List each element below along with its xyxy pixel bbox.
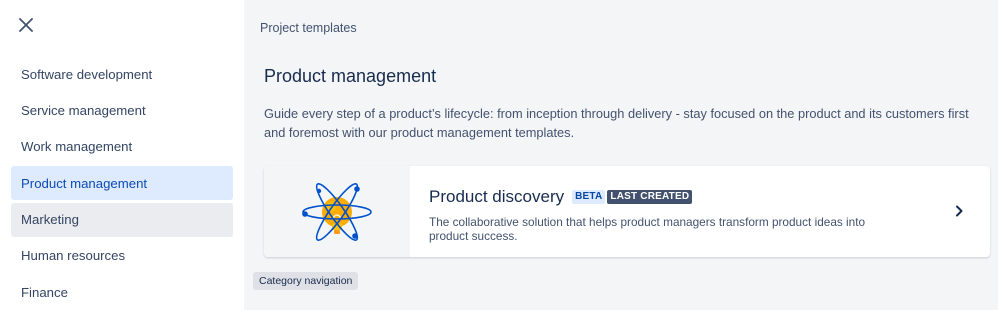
sidebar-item-product-management[interactable]: Product management xyxy=(11,166,233,201)
card-title: Product discovery xyxy=(429,187,565,206)
close-button[interactable] xyxy=(16,15,36,35)
atom-lightbulb-icon xyxy=(302,182,372,241)
card-body: Product discovery BETA LAST CREATED The … xyxy=(410,166,990,257)
template-illustration xyxy=(264,166,410,257)
last-created-badge: LAST CREATED xyxy=(607,190,693,204)
main-content: Project templates Product management Gui… xyxy=(244,0,998,310)
sidebar-item-label: Marketing xyxy=(21,212,79,228)
sidebar-item-human-resources[interactable]: Human resources xyxy=(11,239,233,273)
sidebar-item-label: Service management xyxy=(21,102,146,118)
close-icon xyxy=(19,18,33,32)
sidebar-item-marketing[interactable]: Marketing xyxy=(11,202,233,237)
sidebar-item-label: Finance xyxy=(21,284,68,300)
sidebar-item-label: Human resources xyxy=(21,248,126,264)
page-title: Product management xyxy=(264,66,437,86)
sidebar-item-finance[interactable]: Finance xyxy=(11,275,233,309)
sidebar: Software development Service management … xyxy=(0,0,244,310)
template-card-product-discovery[interactable]: Product discovery BETA LAST CREATED The … xyxy=(264,166,990,257)
tooltip: Category navigation xyxy=(253,272,359,290)
sidebar-item-service-management[interactable]: Service management xyxy=(11,93,233,127)
sidebar-item-software-development[interactable]: Software development xyxy=(11,57,233,91)
page-description: Guide every step of a product’s lifecycl… xyxy=(264,106,969,140)
card-description: The collaborative solution that helps pr… xyxy=(429,215,866,243)
chevron-right-icon[interactable] xyxy=(952,204,966,218)
breadcrumb[interactable]: Project templates xyxy=(260,21,357,35)
category-navigation: Software development Service management … xyxy=(11,57,233,310)
beta-badge: BETA xyxy=(572,190,606,204)
sidebar-item-work-management[interactable]: Work management xyxy=(11,130,233,164)
sidebar-item-label: Product management xyxy=(21,175,148,191)
sidebar-item-label: Work management xyxy=(21,139,133,155)
sidebar-item-label: Software development xyxy=(21,66,153,82)
card-title-row: Product discovery BETA LAST CREATED xyxy=(429,187,990,207)
